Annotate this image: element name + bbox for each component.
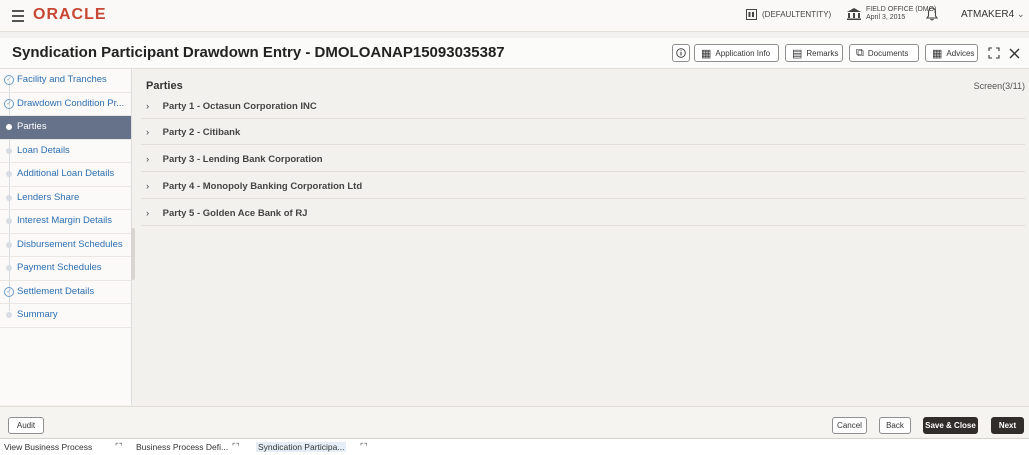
expand-icon[interactable]: [988, 46, 1000, 64]
chevron-right-icon: ›: [146, 154, 150, 165]
save-close-button[interactable]: Save & Close: [923, 417, 978, 434]
sidebar-item-disbursement-schedules[interactable]: Disbursement Schedules: [0, 234, 131, 257]
entity-icon: [746, 9, 757, 20]
sidebar-item-label: Parties: [17, 121, 47, 132]
audit-button[interactable]: Audit: [8, 417, 44, 434]
step-navigation: ✓ Facility and Tranches ✓ Drawdown Condi…: [0, 69, 132, 405]
maximize-icon[interactable]: ⌜⌝: [115, 442, 123, 451]
bank-building-icon: [847, 8, 861, 20]
sidebar-item-label: Loan Details: [17, 144, 70, 156]
step-dot-icon: [6, 147, 12, 154]
sidebar-item-label: Disbursement Schedules: [17, 238, 123, 250]
maximize-icon[interactable]: ⌜⌝: [232, 442, 240, 451]
sidebar-item-payment-schedules[interactable]: Payment Schedules: [0, 257, 131, 281]
advices-icon: ▦: [932, 47, 943, 60]
chevron-right-icon: ›: [146, 101, 150, 112]
sidebar-item-label: Summary: [17, 309, 58, 320]
step-dot-icon: [6, 218, 12, 224]
sidebar-item-additional-loan-details[interactable]: Additional Loan Details: [0, 163, 131, 187]
entity-label: (DEFAULTENTITY): [762, 10, 832, 19]
section-title: Parties: [146, 80, 183, 92]
cancel-button[interactable]: Cancel: [832, 417, 867, 434]
task-business-process-definition[interactable]: Business Process Defi...: [136, 442, 228, 452]
process-taskbar: View Business Process ⌜⌝ Business Proces…: [0, 438, 1029, 455]
top-bar: ORACLE (DEFAULTENTITY) FIELD OFFICE (DMO…: [0, 0, 1029, 32]
party-accordion-1[interactable]: › Party 1 - Octasun Corporation INC: [141, 96, 1025, 119]
application-info-label: Application Info: [715, 48, 771, 58]
next-button[interactable]: Next: [991, 417, 1024, 434]
chevron-down-icon: ⌄: [1016, 9, 1025, 19]
remarks-label: Remarks: [806, 48, 839, 58]
step-dot-icon: [6, 312, 12, 318]
completed-check-icon: ✓: [4, 286, 14, 297]
step-dot-icon: [6, 194, 12, 201]
party-label: Party 5 - Golden Ace Bank of RJ: [162, 208, 308, 219]
sidebar-item-drawdown-condition[interactable]: ✓ Drawdown Condition Pr...: [0, 93, 131, 116]
party-accordion-5[interactable]: › Party 5 - Golden Ace Bank of RJ: [141, 203, 1025, 226]
chevron-right-icon: ›: [146, 127, 150, 138]
party-label: Party 1 - Octasun Corporation INC: [162, 101, 317, 112]
step-dot-icon: [6, 171, 12, 177]
party-accordion-4[interactable]: › Party 4 - Monopoly Banking Corporation…: [141, 176, 1025, 199]
documents-button[interactable]: ⧉ Documents: [849, 44, 919, 62]
sidebar-item-loan-details[interactable]: Loan Details: [0, 140, 131, 163]
sidebar-item-label: Interest Margin Details: [17, 215, 113, 226]
user-name: ATMAKER4: [961, 9, 1015, 20]
back-button[interactable]: Back: [879, 417, 911, 434]
chevron-right-icon: ›: [146, 208, 150, 219]
documents-label: Documents: [867, 48, 909, 58]
party-accordion-3[interactable]: › Party 3 - Lending Bank Corporation: [141, 149, 1025, 172]
action-footer: Audit Cancel Back Save & Close Next: [0, 406, 1029, 437]
sidebar-item-summary[interactable]: Summary: [0, 304, 131, 328]
party-accordion-2[interactable]: › Party 2 - Citibank: [141, 122, 1025, 145]
page-title: Syndication Participant Drawdown Entry -…: [12, 44, 505, 61]
office-selector[interactable]: FIELD OFFICE (DMO) April 3, 2015: [847, 6, 936, 22]
hamburger-menu-icon[interactable]: [12, 10, 24, 25]
info-icon: [676, 48, 686, 58]
advices-label: Advices: [946, 48, 975, 58]
info-button[interactable]: [672, 44, 690, 62]
task-syndication-participant[interactable]: Syndication Participa...: [256, 442, 347, 452]
sidebar-item-label: Facility and Tranches: [17, 74, 107, 85]
oracle-logo: ORACLE: [33, 6, 107, 23]
sidebar-item-label: Drawdown Condition Pr...: [17, 97, 125, 109]
sidebar-item-label: Settlement Details: [17, 285, 95, 297]
completed-check-icon: ✓: [4, 98, 14, 109]
task-view-business-process[interactable]: View Business Process: [4, 442, 92, 452]
completed-check-icon: ✓: [4, 75, 14, 85]
advices-button[interactable]: ▦ Advices: [925, 44, 978, 62]
remarks-button[interactable]: ▤ Remarks: [785, 44, 843, 62]
sidebar-item-settlement-details[interactable]: ✓ Settlement Details: [0, 281, 131, 304]
screen-indicator: Screen(3/11): [973, 81, 1025, 91]
sidebar-item-interest-margin-details[interactable]: Interest Margin Details: [0, 210, 131, 234]
step-dot-icon: [6, 124, 12, 130]
sidebar-item-facility-and-tranches[interactable]: ✓ Facility and Tranches: [0, 69, 131, 93]
entity-selector[interactable]: (DEFAULTENTITY): [746, 9, 831, 20]
application-info-button[interactable]: ▦ Application Info: [694, 44, 779, 62]
party-label: Party 4 - Monopoly Banking Corporation L…: [162, 181, 363, 192]
maximize-icon[interactable]: ⌜⌝: [360, 442, 368, 451]
sidebar-item-label: Additional Loan Details: [17, 168, 115, 179]
close-icon[interactable]: [1009, 46, 1020, 64]
application-info-icon: ▦: [701, 47, 712, 60]
sidebar-item-label: Lenders Share: [17, 191, 80, 203]
documents-icon: ⧉: [856, 46, 864, 59]
step-dot-icon: [6, 241, 12, 248]
notification-bell-icon[interactable]: [925, 7, 939, 26]
chevron-right-icon: ›: [146, 181, 150, 192]
party-label: Party 2 - Citibank: [162, 127, 241, 138]
remarks-icon: ▤: [792, 47, 803, 60]
party-label: Party 3 - Lending Bank Corporation: [162, 154, 323, 165]
user-menu[interactable]: ATMAKER4 ⌄: [961, 9, 1025, 20]
step-dot-icon: [6, 265, 12, 271]
page-header: Syndication Participant Drawdown Entry -…: [0, 38, 1029, 69]
sidebar-item-parties[interactable]: Parties: [0, 116, 131, 140]
sidebar-item-lenders-share[interactable]: Lenders Share: [0, 187, 131, 210]
main-content: Parties Screen(3/11) › Party 1 - Octasun…: [135, 69, 1029, 405]
sidebar-item-label: Payment Schedules: [17, 262, 102, 273]
